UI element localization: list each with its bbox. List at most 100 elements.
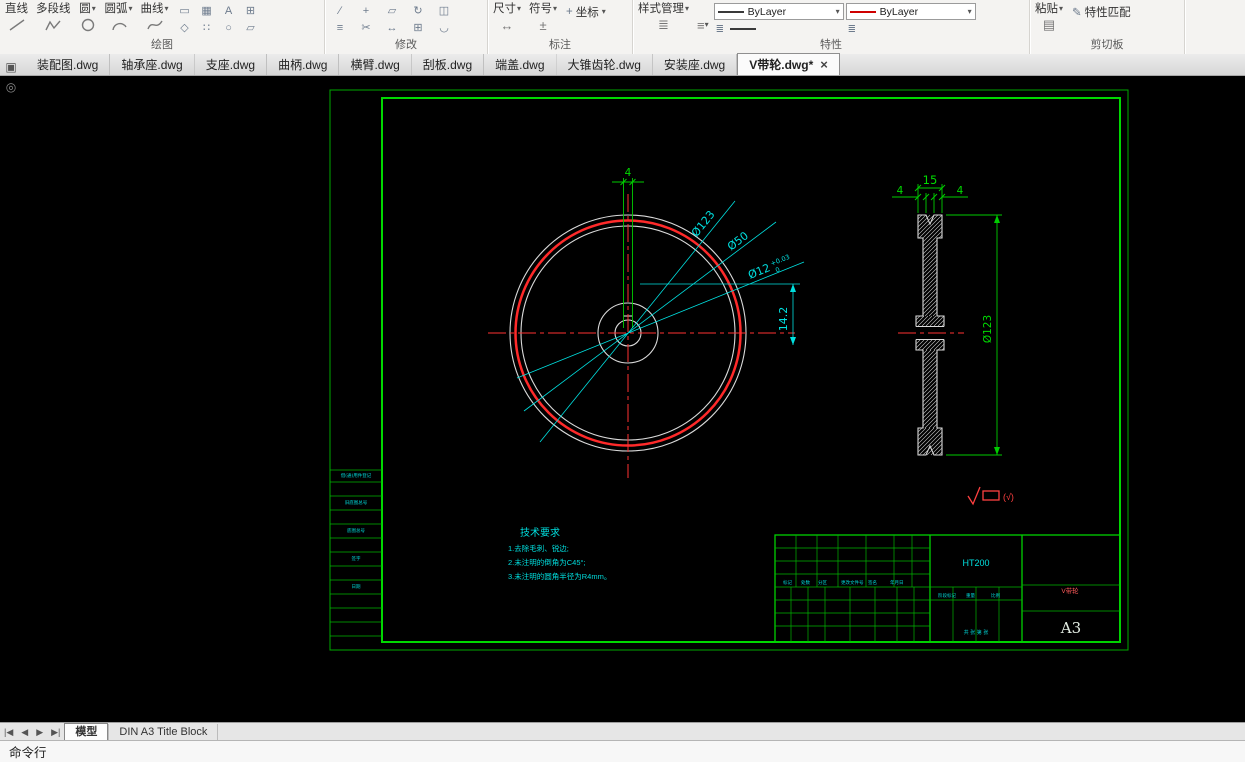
dimension-label: 尺寸 [493, 3, 516, 15]
svg-text:+0.03: +0.03 [769, 253, 790, 268]
table-icon[interactable]: ⊞ [240, 2, 262, 19]
viewport-control-icon[interactable]: ▣ [3, 59, 19, 75]
region-icon[interactable]: ▱ [240, 19, 262, 36]
sheet-size: A3 [1060, 619, 1081, 637]
ribbon-panel-modify: ∕ + ▱ ↻ ◫ ≡ ✂ ↔ ⊞ ◡ 修改 [325, 0, 488, 54]
dim-side-right: 4 [957, 185, 964, 197]
tab-close-icon[interactable]: × [820, 58, 828, 71]
fillet-icon[interactable]: ◡ [431, 19, 457, 36]
model-space-canvas[interactable]: 借(通)用件登记 旧底图总号 底图总号 签字 日期 4 Ø123 Ø50 Ø12… [0, 76, 1245, 722]
extend-icon[interactable]: ↔ [379, 19, 405, 36]
command-line[interactable]: 命令行 [0, 740, 1245, 762]
rectangle-icon[interactable]: ▭ [174, 2, 196, 19]
coordinate-icon: + [566, 6, 573, 18]
dim-side-dia: Ø123 [982, 315, 994, 343]
doc-tab[interactable]: 横臂.dwg [339, 54, 412, 75]
tool-line-button[interactable]: 直线 [2, 1, 31, 35]
dimension-button[interactable]: 尺寸 ▾ ↔ [490, 1, 524, 35]
doc-tab[interactable]: 安装座.dwg [653, 54, 738, 75]
chevron-down-icon: ▾ [1059, 4, 1064, 13]
roughness-note: (√) [1003, 492, 1014, 502]
ellipse-icon[interactable]: ○ [218, 19, 240, 36]
erase-icon[interactable]: ∕ [327, 2, 353, 19]
doc-tab[interactable]: 大锥齿轮.dwg [557, 54, 653, 75]
layout-tab-bar: |◀ ◀ ▶ ▶| 模型 DIN A3 Title Block [0, 722, 1245, 741]
dim-side-left: 4 [897, 185, 904, 197]
paste-button[interactable]: 粘贴 ▾ ▤ [1032, 1, 1066, 35]
side-view[interactable]: 15 4 4 Ø123 [892, 173, 1002, 456]
array-icon[interactable]: ⊞ [405, 19, 431, 36]
nav-next-icon[interactable]: ▶ [32, 727, 47, 738]
style-manager-icon: ≣ [658, 17, 669, 32]
command-line-label: 命令行 [9, 746, 47, 760]
point-icon[interactable]: ∷ [196, 19, 218, 36]
svg-text:签名: 签名 [868, 579, 877, 586]
technical-requirements: 技术要求 1.去除毛刺、锐边; 2.未注明的倒角为C45°; 3.未注明的圆角半… [508, 526, 611, 581]
cad-drawing[interactable]: 借(通)用件登记旧底图总号底图总号签字日期 4 Ø123 Ø50 Ø12 +0.… [0, 76, 1245, 722]
doc-tab-label: 轴承座.dwg [121, 57, 183, 72]
svg-text:日期: 日期 [352, 584, 361, 590]
doc-tab[interactable]: 曲柄.dwg [267, 54, 340, 75]
svg-text:借(通)用件登记: 借(通)用件登记 [341, 472, 372, 479]
transparency-icon: ≣ [847, 23, 857, 35]
nav-last-icon[interactable]: ▶| [47, 727, 64, 738]
ribbon-panel-clipboard: 粘贴 ▾ ▤ ✎ 特性匹配 剪切板 [1030, 0, 1185, 54]
layer-list-button[interactable]: ≡ ▾ [694, 1, 712, 35]
dim-keyway-depth: 14.2 [777, 307, 790, 332]
move-icon[interactable]: + [353, 2, 379, 19]
trim-icon[interactable]: ✂ [353, 19, 379, 36]
line-color-select[interactable]: ByLayer ▾ [845, 3, 976, 20]
tool-polyline-button[interactable]: 多段线 [33, 1, 74, 35]
nav-first-icon[interactable]: |◀ [0, 727, 17, 738]
text-icon[interactable]: A [218, 2, 240, 19]
navigation-control-icon[interactable]: ◎ [3, 79, 19, 95]
chevron-down-icon: ▾ [164, 4, 169, 13]
sheet-frame [329, 89, 1129, 651]
lineweight-preview-icon [730, 28, 757, 30]
svg-text:阶段标记: 阶段标记 [938, 592, 956, 599]
ribbon: 直线 多段线 圆 ▾ 圆弧 ▾ 曲线 ▾ ▭ ▦ A ⊞ ◇ ∷ ○ ▱ 绘图 … [0, 0, 1245, 55]
coordinate-button[interactable]: + 坐标 ▾ [562, 3, 610, 21]
panel-label-annotate: 标注 [549, 39, 571, 51]
tool-spline-button[interactable]: 曲线 ▾ [138, 1, 172, 35]
doc-tab[interactable]: 轴承座.dwg [110, 54, 195, 75]
lineweight-row[interactable]: ≣ [714, 22, 844, 36]
layout-tab-din-a3[interactable]: DIN A3 Title Block [108, 723, 219, 741]
chevron-down-icon: ▾ [128, 4, 133, 13]
dim-keyway-width: 4 [625, 167, 632, 179]
ribbon-panel-properties: 样式管理 ▾ ≣ ≡ ▾ ByLayer ▾ ≣ ByLayer ▾ ≣ 特性 [633, 0, 1030, 54]
panel-label-properties: 特性 [820, 39, 842, 51]
transparency-row[interactable]: ≣ [846, 22, 976, 36]
doc-tab[interactable]: 端盖.dwg [484, 54, 557, 75]
chevron-down-icon: ▾ [835, 6, 840, 16]
doc-tab[interactable]: 装配图.dwg [26, 54, 111, 75]
panel-label-draw: 绘图 [151, 39, 173, 51]
mirror-icon[interactable]: ◫ [431, 2, 457, 19]
layers-icon: ≡ ▾ [697, 17, 709, 33]
front-view[interactable]: 4 Ø123 Ø50 Ø12 +0.03 0 14.2 [488, 167, 805, 478]
doc-tab[interactable]: 刮板.dwg [412, 54, 485, 75]
doc-tab-label: 横臂.dwg [350, 57, 400, 72]
tool-circle-button[interactable]: 圆 ▾ [76, 1, 100, 35]
doc-tab[interactable]: 支座.dwg [195, 54, 268, 75]
layout-tab-model[interactable]: 模型 [64, 723, 109, 741]
rotate-icon[interactable]: ↻ [405, 2, 431, 19]
hatch-icon[interactable]: ▦ [196, 2, 218, 19]
tool-polyline-label: 多段线 [36, 3, 71, 15]
dim-dia-mid: Ø50 [725, 229, 751, 253]
polygon-icon[interactable]: ◇ [174, 19, 196, 36]
nav-prev-icon[interactable]: ◀ [17, 727, 32, 738]
copy-icon[interactable]: ▱ [379, 2, 405, 19]
svg-text:分区: 分区 [818, 579, 827, 586]
offset-icon[interactable]: ≡ [327, 19, 353, 36]
symbol-button[interactable]: 符号 ▾ ± [526, 1, 560, 35]
svg-text:2.未注明的倒角为C45°;: 2.未注明的倒角为C45°; [508, 557, 586, 567]
svg-text:底图总号: 底图总号 [347, 527, 365, 534]
style-manager-button[interactable]: 样式管理 ▾ ≣ [635, 1, 692, 35]
doc-tab[interactable]: V带轮.dwg* × [737, 53, 840, 75]
linetype-select[interactable]: ByLayer ▾ [713, 3, 844, 20]
tool-arc-button[interactable]: 圆弧 ▾ [102, 1, 136, 35]
tool-circle-label: 圆 [79, 3, 91, 15]
tool-spline-label: 曲线 [140, 3, 164, 15]
match-properties-button[interactable]: ✎ 特性匹配 [1068, 3, 1135, 21]
